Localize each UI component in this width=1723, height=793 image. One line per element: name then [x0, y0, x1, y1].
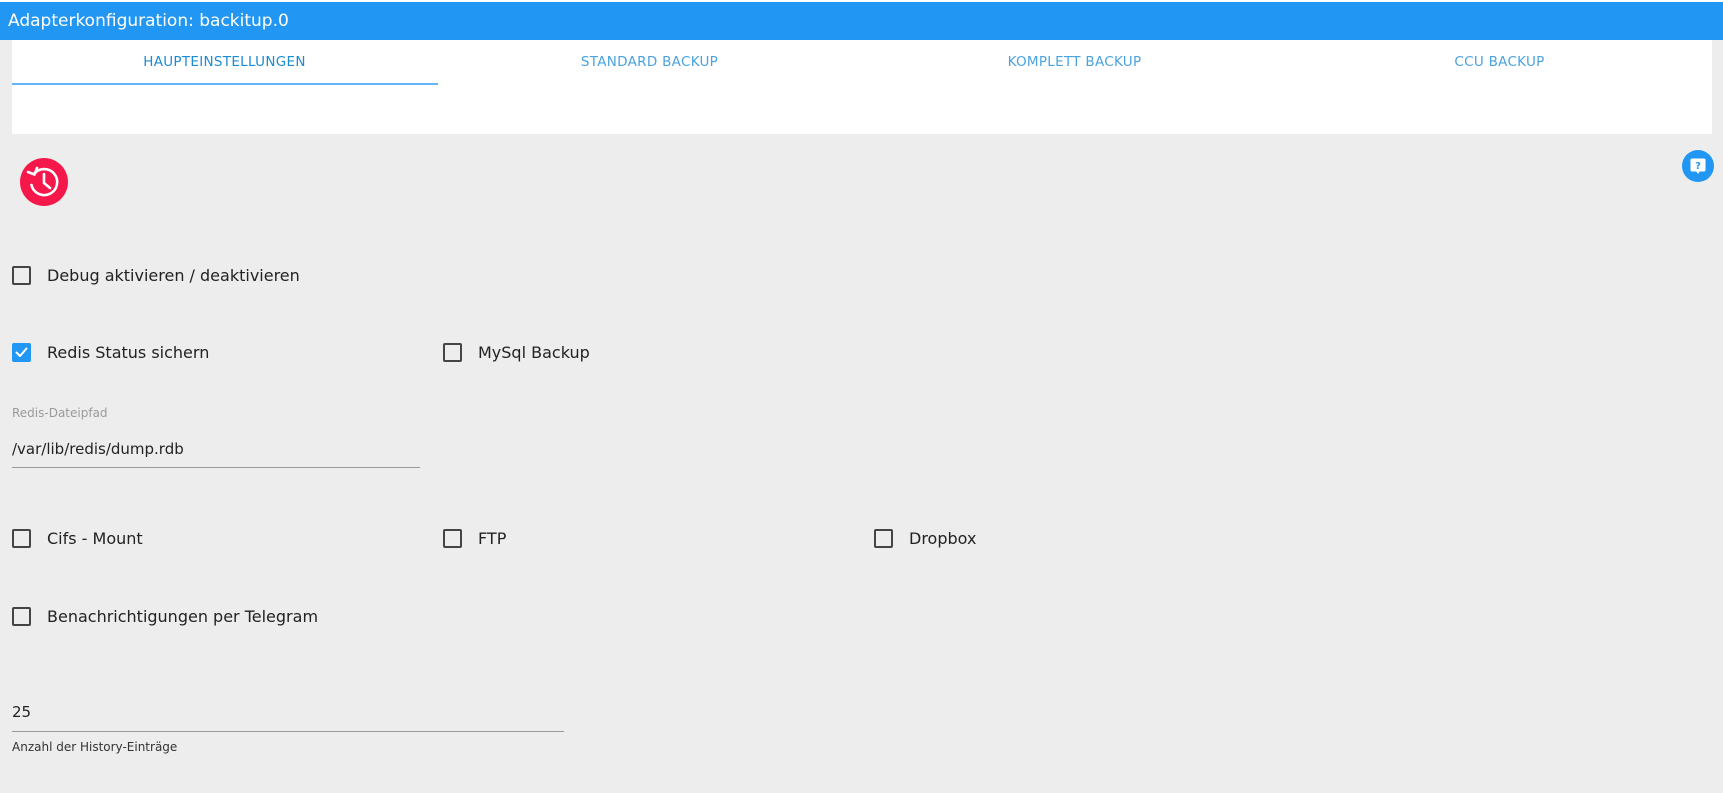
mysql-checkbox[interactable]: MySql Backup [443, 343, 590, 362]
tab-haupteinstellungen[interactable]: HAUPTEINSTELLUNGEN [12, 40, 437, 86]
checkbox-box[interactable] [12, 607, 31, 626]
tab-komplett-backup[interactable]: KOMPLETT BACKUP [862, 40, 1287, 86]
ftp-label: FTP [478, 529, 507, 548]
ftp-checkbox[interactable]: FTP [443, 529, 506, 548]
debug-label: Debug aktivieren / deaktivieren [47, 266, 300, 285]
history-count-helper: Anzahl der History-Einträge [12, 740, 178, 754]
redis-checkbox[interactable]: Redis Status sichern [12, 343, 209, 362]
cifs-label: Cifs - Mount [47, 529, 143, 548]
dropbox-checkbox[interactable]: Dropbox [874, 529, 976, 548]
tabs-panel: HAUPTEINSTELLUNGEN STANDARD BACKUP KOMPL… [12, 40, 1712, 134]
help-question-icon[interactable]: ? [1682, 150, 1714, 182]
tab-bar: HAUPTEINSTELLUNGEN STANDARD BACKUP KOMPL… [12, 40, 1712, 86]
svg-text:?: ? [1695, 161, 1701, 172]
window-title: Adapterkonfiguration: backitup.0 [8, 11, 289, 31]
telegram-checkbox[interactable]: Benachrichtigungen per Telegram [12, 607, 318, 626]
checkbox-box[interactable] [874, 529, 893, 548]
tab-ccu-backup[interactable]: CCU BACKUP [1287, 40, 1712, 86]
checkbox-box[interactable] [12, 266, 31, 285]
cifs-checkbox[interactable]: Cifs - Mount [12, 529, 143, 548]
dropbox-label: Dropbox [909, 529, 977, 548]
checkbox-box[interactable] [12, 529, 31, 548]
tab-standard-backup[interactable]: STANDARD BACKUP [437, 40, 862, 86]
checkbox-box[interactable] [443, 343, 462, 362]
window-titlebar: Adapterkonfiguration: backitup.0 [0, 0, 1723, 40]
redis-path-input[interactable] [12, 437, 420, 468]
checkbox-box[interactable] [443, 529, 462, 548]
checkmark-icon [15, 347, 28, 357]
checkbox-box[interactable] [12, 343, 31, 362]
redis-label: Redis Status sichern [47, 343, 210, 362]
history-count-input[interactable] [12, 698, 564, 732]
telegram-label: Benachrichtigungen per Telegram [47, 607, 319, 626]
debug-checkbox[interactable]: Debug aktivieren / deaktivieren [12, 266, 300, 285]
mysql-label: MySql Backup [478, 343, 590, 362]
history-clock-icon [20, 158, 68, 206]
redis-path-label: Redis-Dateipfad [12, 406, 108, 420]
active-tab-indicator [12, 83, 438, 85]
